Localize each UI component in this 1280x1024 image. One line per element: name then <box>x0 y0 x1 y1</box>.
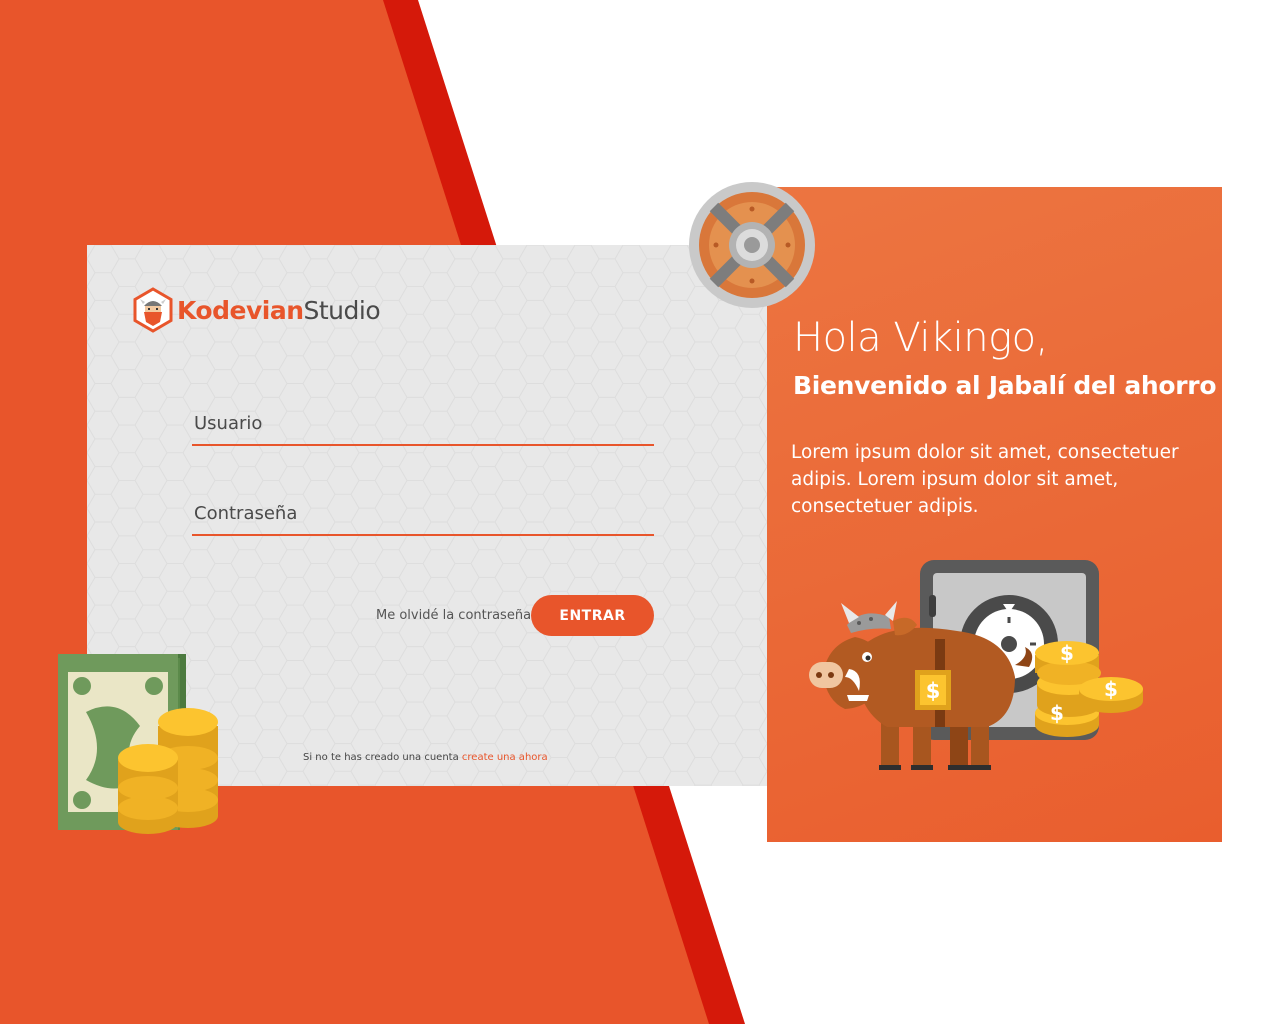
viking-hexagon-icon <box>133 287 173 333</box>
svg-text:$: $ <box>1104 677 1118 701</box>
svg-text:$: $ <box>1050 701 1064 725</box>
welcome-subtitle: Bienvenido al Jabalí del ahorro <box>793 371 1217 400</box>
username-field[interactable]: Usuario <box>192 413 654 449</box>
welcome-greeting: Hola Vikingo, <box>793 315 1048 361</box>
signup-prefix: Si no te has creado una cuenta <box>303 752 459 763</box>
username-input[interactable] <box>192 413 654 449</box>
coin-stacks-icon: $ $ $ <box>1035 641 1143 737</box>
viking-shield-icon <box>689 182 815 308</box>
brand-logo: KodevianStudio <box>131 287 381 333</box>
password-input[interactable] <box>192 503 654 539</box>
brand-name: KodevianStudio <box>177 295 381 325</box>
forgot-password-link[interactable]: Me olvidé la contraseña <box>376 608 531 623</box>
svg-text:$: $ <box>1060 641 1074 665</box>
welcome-panel: Hola Vikingo, Bienvenido al Jabalí del a… <box>767 187 1222 842</box>
boar-safe-illustration: $ $ $ $ <box>809 560 1143 770</box>
enter-button[interactable]: ENTRAR <box>531 595 654 636</box>
banknotes-coins-icon <box>58 654 218 834</box>
signup-prompt: Si no te has creado una cuenta create un… <box>303 752 548 763</box>
password-field[interactable]: Contraseña <box>192 503 654 539</box>
brand-name-part1: Kodevian <box>177 295 304 325</box>
signup-link[interactable]: create una ahora <box>462 752 548 763</box>
welcome-body-text: Lorem ipsum dolor sit amet, consectetuer… <box>791 442 1179 517</box>
brand-name-part2: Studio <box>303 295 381 325</box>
svg-text:$: $ <box>926 679 941 703</box>
